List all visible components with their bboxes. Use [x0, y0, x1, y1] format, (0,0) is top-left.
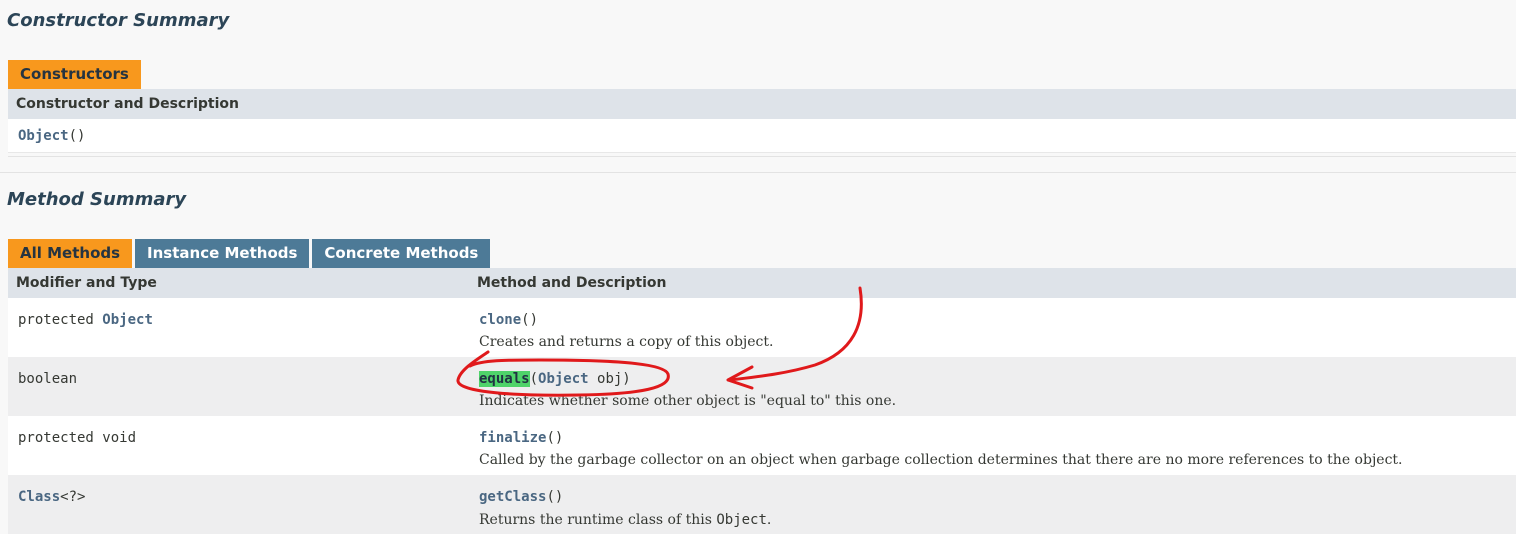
constructor-params: () [68, 128, 86, 144]
method-signature: () [521, 312, 539, 328]
table-row: Object() [8, 119, 1516, 153]
tab-constructors[interactable]: Constructors [8, 60, 141, 89]
modifier-type-header: Modifier and Type [8, 268, 469, 298]
type-link-class[interactable]: Class [18, 489, 60, 505]
type-suffix: <?> [60, 489, 86, 505]
tab-concrete-methods[interactable]: Concrete Methods [312, 239, 491, 268]
table-row: boolean equals(Object obj) Indicates whe… [8, 357, 1516, 416]
method-description: Returns the runtime class of this [479, 512, 717, 528]
constructor-summary-title: Constructor Summary [7, 10, 230, 31]
method-link-finalize[interactable]: finalize [479, 430, 546, 446]
method-summary-title: Method Summary [7, 189, 187, 210]
section-divider [0, 172, 1516, 173]
method-description: Indicates whether some other object is "… [479, 393, 897, 409]
constructor-tabs: Constructors [8, 60, 144, 89]
method-link-getclass[interactable]: getClass [479, 489, 546, 505]
description-suffix: . [766, 512, 772, 528]
section-divider [8, 156, 1516, 157]
method-signature-open: ( [529, 371, 539, 387]
method-table: Modifier and Type Method and Description… [8, 268, 1516, 534]
modifier-text: protected [18, 312, 103, 328]
tab-all-methods[interactable]: All Methods [8, 239, 133, 268]
constructor-link-object[interactable]: Object [18, 128, 69, 144]
method-description-header: Method and Description [469, 268, 1516, 298]
type-link-object[interactable]: Object [102, 312, 153, 328]
method-signature: () [546, 489, 564, 505]
method-description: Called by the garbage collector on an ob… [479, 452, 1403, 468]
table-row: protected void finalize() Called by the … [8, 416, 1516, 475]
modifier-text: boolean [18, 371, 78, 387]
method-param-name: obj) [588, 371, 631, 387]
method-tabs: All Methods Instance Methods Concrete Me… [8, 239, 493, 268]
constructor-table: Constructor and Description Object() [8, 89, 1516, 153]
param-type-link-object[interactable]: Object [538, 371, 589, 387]
constructor-header: Constructor and Description [8, 89, 1516, 119]
table-row: Class<?> getClass() Returns the runtime … [8, 475, 1516, 534]
tab-instance-methods[interactable]: Instance Methods [135, 239, 310, 268]
modifier-text: protected void [18, 430, 137, 446]
table-row: protected Object clone() Creates and ret… [8, 298, 1516, 357]
method-link-clone[interactable]: clone [479, 312, 521, 328]
method-signature: () [546, 430, 564, 446]
method-link-equals[interactable]: equals [479, 371, 530, 387]
description-code: Object [716, 512, 767, 528]
method-description: Creates and returns a copy of this objec… [479, 334, 774, 350]
